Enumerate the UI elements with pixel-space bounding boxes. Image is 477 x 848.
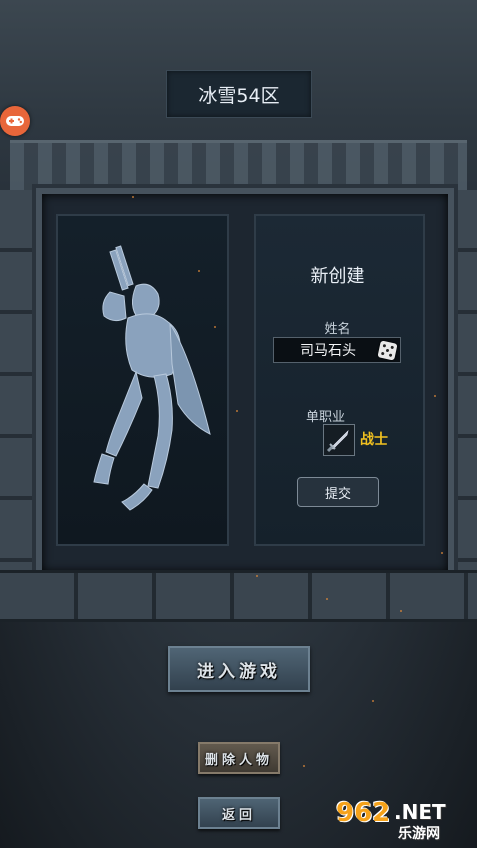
delete-character-button[interactable]: 删除人物 bbox=[198, 742, 280, 774]
class-name: 战士 bbox=[360, 432, 388, 448]
name-label: 姓名 bbox=[324, 322, 351, 337]
name-input[interactable]: 司马石头 bbox=[273, 337, 401, 363]
watermark-number: 962 bbox=[336, 798, 391, 828]
watermark-logo: 962 .NET 乐游网 bbox=[336, 798, 472, 844]
warrior-silhouette-icon bbox=[93, 245, 211, 511]
left-stone-wall bbox=[0, 190, 36, 570]
ember-particle bbox=[434, 395, 436, 397]
ember-particle bbox=[256, 575, 258, 577]
submit-button[interactable]: 提交 bbox=[297, 477, 379, 507]
watermark-net: .NET bbox=[394, 800, 446, 824]
ember-particle bbox=[214, 326, 216, 328]
ember-particle bbox=[132, 196, 134, 198]
random-dice-icon[interactable] bbox=[377, 340, 398, 361]
enter-game-button[interactable]: 进入游戏 bbox=[168, 646, 310, 692]
server-name-box[interactable]: 冰雪54区 bbox=[166, 70, 312, 118]
ember-particle bbox=[198, 270, 200, 272]
ember-particle bbox=[236, 410, 238, 412]
ember-particle bbox=[303, 765, 305, 767]
bottom-stone-wall bbox=[0, 570, 477, 622]
class-label: 单职业 bbox=[305, 410, 345, 425]
ember-particle bbox=[400, 610, 402, 612]
server-name: 冰雪54区 bbox=[198, 84, 280, 107]
back-button[interactable]: 返回 bbox=[198, 797, 280, 829]
ember-particle bbox=[441, 552, 443, 554]
create-title: 新创建 bbox=[310, 266, 365, 287]
watermark-cn: 乐游网 bbox=[398, 826, 440, 842]
sword-icon[interactable] bbox=[323, 424, 355, 456]
ember-particle bbox=[326, 598, 328, 600]
character-preview-panel bbox=[56, 214, 229, 546]
gamepad-icon[interactable] bbox=[0, 106, 30, 136]
game-screen: 冰雪54区 新创建 姓名 司马石头 单职业 战士 提交 进入游戏 删除人物 返回… bbox=[0, 0, 477, 848]
name-value: 司马石头 bbox=[300, 343, 356, 359]
ember-particle bbox=[372, 700, 374, 702]
